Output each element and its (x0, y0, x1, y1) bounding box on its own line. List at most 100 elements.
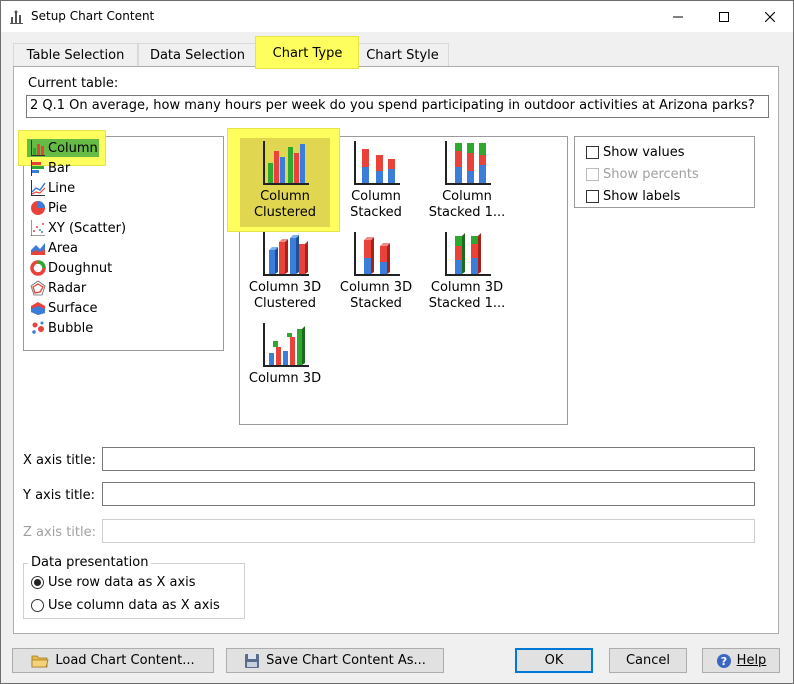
area-chart-icon (31, 243, 45, 255)
y-axis-title-input[interactable] (102, 482, 755, 506)
help-button[interactable]: ? Help (702, 648, 780, 673)
chart-type-label: Bar (48, 160, 71, 176)
column-data-label: Use column data as X axis (48, 598, 220, 613)
tab-table-selection[interactable]: Table Selection (13, 43, 138, 66)
column-chart-icon (31, 140, 45, 156)
tab-data-selection[interactable]: Data Selection (138, 43, 257, 66)
current-table-value: 2 Q.1 On average, how many hours per wee… (30, 98, 755, 113)
bar-chart-icon (31, 160, 44, 176)
subtype-column-stacked-100[interactable]: Column Stacked 1... (422, 141, 512, 221)
dialog-window: Setup Chart Content Table Selection Data… (0, 0, 794, 684)
cancel-button-label: Cancel (625, 653, 671, 668)
chart-type-label: Radar (48, 280, 87, 296)
subtype-column-3d-stacked-100[interactable]: Column 3D Stacked 1... (422, 232, 512, 312)
subtype-label: Clustered (253, 205, 317, 220)
show-percents-checkbox (586, 168, 599, 181)
column-data-radio[interactable] (31, 599, 44, 612)
column-clustered-icon (263, 141, 309, 185)
tab-label: Table Selection (26, 47, 125, 63)
subtype-label: Clustered (253, 296, 317, 311)
chart-type-line[interactable]: Line (25, 178, 215, 198)
close-button[interactable] (747, 1, 793, 32)
show-labels-checkbox[interactable] (586, 190, 599, 203)
show-percents-label: Show percents (603, 167, 699, 182)
z-axis-title-label: Z axis title: (23, 525, 97, 540)
bubble-chart-icon (32, 321, 44, 334)
tab-label: Chart Style (366, 47, 439, 63)
scatter-chart-icon (31, 220, 45, 236)
subtype-label: Column 3D (339, 280, 413, 295)
maximize-button[interactable] (701, 1, 747, 32)
tab-label: Data Selection (149, 47, 246, 63)
column-3d-clustered-icon (263, 232, 309, 276)
chart-type-column[interactable]: Column (25, 138, 215, 158)
load-button-label: Load Chart Content... (55, 653, 195, 668)
radar-chart-icon (30, 280, 46, 296)
svg-text:?: ? (720, 655, 726, 668)
show-values-option[interactable]: Show values (586, 145, 685, 160)
tab-chart-type[interactable]: Chart Type (259, 39, 356, 67)
subtype-column-stacked[interactable]: Column Stacked (331, 141, 421, 221)
chart-type-doughnut[interactable]: Doughnut (25, 258, 215, 278)
chart-type-label: Pie (48, 200, 68, 216)
chart-type-pie[interactable]: Pie (25, 198, 215, 218)
row-data-radio[interactable] (31, 576, 44, 589)
chart-type-label: Bubble (48, 320, 94, 336)
subtype-label: Column 3D (248, 280, 322, 295)
y-axis-title-label: Y axis title: (23, 488, 96, 503)
chart-type-label: Doughnut (48, 260, 113, 276)
subtype-label: Column (260, 189, 310, 204)
chart-type-scatter[interactable]: XY (Scatter) (25, 218, 215, 238)
subtype-label: Stacked 1... (428, 296, 506, 311)
title-bar[interactable]: Setup Chart Content (1, 1, 793, 32)
subtype-label: Stacked 1... (428, 205, 506, 220)
minimize-icon (673, 16, 683, 17)
ok-button-label: OK (544, 653, 564, 668)
subtype-column-clustered[interactable]: Column Clustered (240, 141, 330, 221)
maximize-icon (719, 11, 729, 22)
chart-type-label: XY (Scatter) (48, 220, 127, 236)
ok-button[interactable]: OK (515, 648, 593, 673)
chart-type-area[interactable]: Area (25, 238, 215, 258)
radio-selected-dot (34, 579, 41, 586)
save-chart-content-button[interactable]: Save Chart Content As... (226, 648, 444, 673)
show-values-label: Show values (603, 145, 685, 160)
show-labels-option[interactable]: Show labels (586, 189, 680, 204)
subtype-label: Stacked (350, 296, 402, 311)
minimize-button[interactable] (655, 1, 701, 32)
show-percents-option: Show percents (586, 167, 699, 182)
chart-type-bubble[interactable]: Bubble (25, 318, 215, 338)
cancel-button[interactable]: Cancel (609, 648, 687, 673)
tab-label: Chart Type (272, 46, 343, 61)
subtype-column-3d-clustered[interactable]: Column 3D Clustered (240, 232, 330, 312)
close-icon (765, 11, 775, 22)
column-3d-icon (263, 323, 309, 367)
show-values-checkbox[interactable] (586, 146, 599, 159)
chart-type-surface[interactable]: Surface (25, 298, 215, 318)
help-icon: ? (716, 653, 731, 668)
z-axis-title-input (102, 519, 755, 543)
chart-type-bar[interactable]: Bar (25, 158, 215, 178)
x-axis-title-label: X axis title: (23, 453, 97, 468)
tab-chart-style[interactable]: Chart Style (356, 43, 449, 66)
x-axis-title-input[interactable] (102, 447, 755, 471)
chart-type-label: Area (48, 240, 78, 256)
column-3d-stacked-icon (354, 232, 400, 276)
load-chart-content-button[interactable]: Load Chart Content... (12, 648, 214, 673)
subtype-label: Column (442, 189, 492, 204)
subtype-column-3d[interactable]: Column 3D (240, 323, 330, 387)
row-data-option[interactable]: Use row data as X axis (31, 575, 196, 590)
column-stacked-100-icon (445, 141, 491, 185)
chart-type-label: Surface (48, 300, 98, 316)
current-table-field[interactable]: 2 Q.1 On average, how many hours per wee… (26, 95, 769, 118)
chart-type-radar[interactable]: Radar (25, 278, 215, 298)
data-presentation-title: Data presentation (28, 555, 152, 570)
column-data-option[interactable]: Use column data as X axis (31, 598, 220, 613)
help-button-label: Help (736, 653, 767, 668)
chart-type-label: Line (48, 180, 76, 196)
chart-type-label: Column (48, 140, 98, 156)
subtype-label: Column 3D (430, 280, 504, 295)
show-labels-label: Show labels (603, 189, 681, 204)
subtype-column-3d-stacked[interactable]: Column 3D Stacked (331, 232, 421, 312)
save-disk-icon (245, 653, 260, 668)
